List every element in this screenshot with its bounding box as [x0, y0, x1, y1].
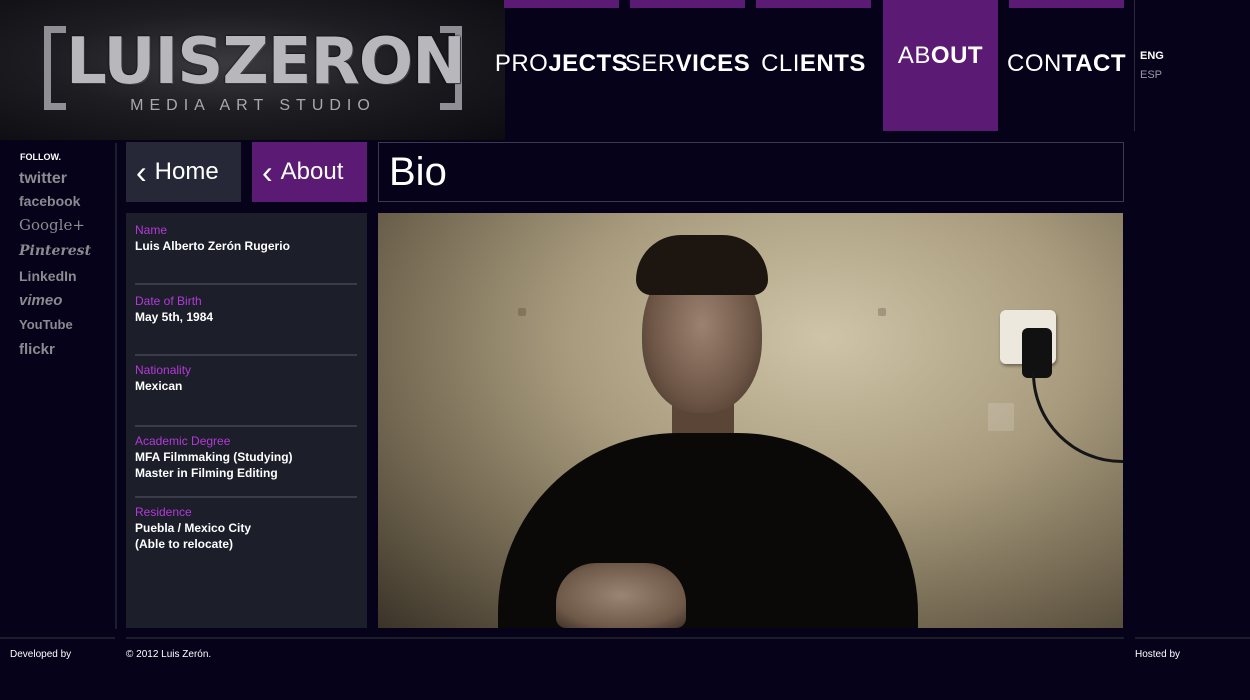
nav-clients[interactable]: CLIENTS: [756, 0, 871, 131]
pinterest-icon[interactable]: Pinterest: [19, 243, 91, 259]
field-label: Academic Degree: [135, 434, 231, 448]
flickr-icon[interactable]: flickr: [19, 341, 55, 358]
field-divider: [135, 354, 357, 356]
nav-label: SERVICES: [624, 50, 751, 77]
nav-contact[interactable]: CONTACT: [1006, 0, 1127, 131]
chevron-left-icon: ‹: [262, 154, 273, 190]
sidebar-divider: [115, 143, 117, 629]
facebook-icon[interactable]: facebook: [19, 193, 80, 209]
plug: [1022, 328, 1052, 378]
nav-indicator: [756, 0, 871, 8]
nav-label: PROJECTS: [494, 50, 629, 77]
hosted-by[interactable]: Hosted by: [1135, 649, 1180, 660]
field-label: Name: [135, 223, 168, 237]
field-divider: [135, 283, 357, 285]
nav-label: CLIENTS: [761, 50, 866, 77]
info-field-dob: Date of Birth May 5th, 1984: [135, 293, 357, 325]
info-field-degree: Academic Degree MFA Filmmaking (Studying…: [135, 433, 357, 481]
follow-heading: FOLLOW.: [20, 152, 61, 162]
nav-indicator: [630, 0, 745, 8]
page-title-text: Bio: [389, 149, 447, 194]
portrait-photo: [378, 213, 1123, 628]
crumb-about-label: About: [280, 158, 344, 185]
crumb-home-button[interactable]: ‹ Home: [126, 142, 241, 202]
field-value: Puebla / Mexico City: [135, 521, 252, 535]
person-hair: [636, 235, 768, 295]
cable: [1032, 373, 1123, 463]
lang-eng-link[interactable]: ENG: [1140, 50, 1164, 62]
twitter-icon[interactable]: twitter: [19, 170, 67, 188]
language-divider: [1134, 0, 1135, 131]
nav-services[interactable]: SERVICES: [625, 0, 750, 131]
chevron-left-icon: ‹: [136, 154, 147, 190]
bio-info-panel: Name Luis Alberto Zerón Rugerio Date of …: [126, 213, 367, 628]
nav-label: ABOUT: [897, 42, 984, 69]
info-field-name: Name Luis Alberto Zerón Rugerio: [135, 222, 357, 254]
field-value: MFA Filmmaking (Studying): [135, 450, 293, 464]
lang-esp-link[interactable]: ESP: [1140, 69, 1162, 81]
logo-title: LUISZERON: [66, 25, 466, 99]
field-label: Nationality: [135, 363, 192, 377]
crumb-home-label: Home: [154, 158, 219, 185]
footer-divider: [126, 637, 1124, 639]
field-value: Luis Alberto Zerón Rugerio: [135, 239, 290, 253]
info-field-nationality: Nationality Mexican: [135, 362, 357, 394]
person-hand: [556, 563, 686, 628]
wall-spot: [878, 308, 886, 316]
developed-by[interactable]: Developed by: [10, 649, 71, 660]
footer-divider: [1135, 637, 1250, 639]
wall-spot: [518, 308, 526, 316]
google-plus-icon[interactable]: Google+: [19, 216, 85, 234]
logo-subtitle: MEDIA ART STUDIO: [130, 97, 376, 114]
footer-divider: [0, 637, 115, 639]
linkedin-icon[interactable]: LinkedIn: [19, 268, 77, 284]
crumb-about-button[interactable]: ‹ About: [252, 142, 367, 202]
nav-label: CONTACT: [1006, 50, 1127, 77]
nav-indicator: [504, 0, 619, 8]
vimeo-icon[interactable]: vimeo: [19, 292, 62, 309]
site-logo[interactable]: LUISZERON MEDIA ART STUDIO: [0, 0, 505, 140]
nav-indicator: [1009, 0, 1124, 8]
field-value: Master in Filming Editing: [135, 466, 278, 480]
copyright: © 2012 Luis Zerón.: [126, 649, 212, 660]
page-title: Bio: [378, 142, 1124, 202]
nav-about[interactable]: ABOUT: [883, 0, 998, 131]
field-value: May 5th, 1984: [135, 310, 214, 324]
field-value: Mexican: [135, 379, 183, 393]
logo-bracket-left: [44, 26, 66, 110]
nav-projects[interactable]: PROJECTS: [495, 0, 628, 131]
field-label: Residence: [135, 505, 192, 519]
wall-spot: [988, 403, 1014, 431]
info-field-residence: Residence Puebla / Mexico City (Able to …: [135, 504, 357, 552]
youtube-icon[interactable]: YouTube: [19, 317, 73, 332]
field-value: (Able to relocate): [135, 537, 234, 551]
field-divider: [135, 425, 357, 427]
field-label: Date of Birth: [135, 294, 202, 308]
field-divider: [135, 496, 357, 498]
